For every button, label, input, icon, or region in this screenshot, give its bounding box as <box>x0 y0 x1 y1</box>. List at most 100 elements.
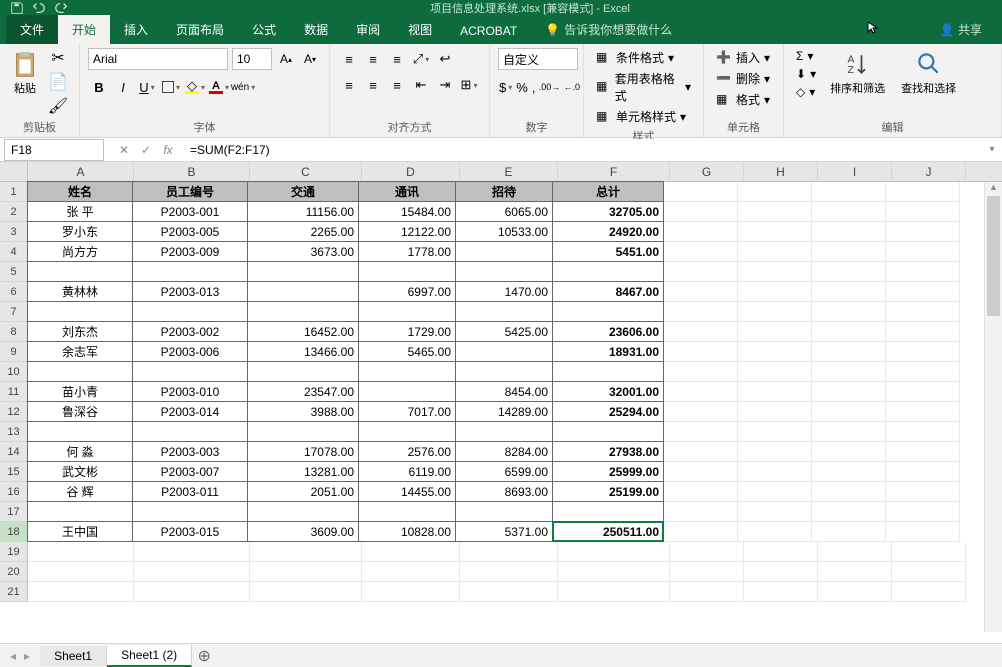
row-header[interactable]: 16 <box>0 482 28 502</box>
cell[interactable]: 17078.00 <box>247 441 359 462</box>
indent-decrease-button[interactable]: ⇤ <box>410 74 432 96</box>
cell[interactable]: 黄林林 <box>27 281 133 302</box>
cell[interactable] <box>664 222 738 242</box>
decrease-decimal-button[interactable]: ←.0 <box>562 76 581 98</box>
cell[interactable] <box>886 202 960 222</box>
cell[interactable] <box>358 301 456 322</box>
cell[interactable]: 24920.00 <box>552 221 664 242</box>
cell[interactable] <box>892 582 966 602</box>
cell[interactable]: 27938.00 <box>552 441 664 462</box>
cell[interactable] <box>664 422 738 442</box>
cell[interactable] <box>744 542 818 562</box>
cell[interactable] <box>812 342 886 362</box>
row-header[interactable]: 18 <box>0 522 28 542</box>
cell[interactable] <box>812 442 886 462</box>
qat-undo-icon[interactable] <box>32 1 46 15</box>
sort-filter-button[interactable]: AZ 排序和筛选 <box>824 48 891 98</box>
fbar-expand-button[interactable]: ▾ <box>982 144 1002 155</box>
cell[interactable] <box>886 442 960 462</box>
cell[interactable] <box>664 382 738 402</box>
cell[interactable] <box>664 482 738 502</box>
cell[interactable] <box>812 362 886 382</box>
cell[interactable] <box>664 262 738 282</box>
col-header-F[interactable]: F <box>558 162 670 181</box>
cell[interactable] <box>812 202 886 222</box>
cell[interactable]: 姓名 <box>27 181 133 202</box>
cell[interactable] <box>812 502 886 522</box>
cell[interactable]: P2003-006 <box>132 341 248 362</box>
cell[interactable] <box>886 362 960 382</box>
row-header[interactable]: 13 <box>0 422 28 442</box>
cell[interactable] <box>664 202 738 222</box>
cell[interactable]: 16452.00 <box>247 321 359 342</box>
formula-input[interactable] <box>184 139 982 161</box>
font-size-input[interactable] <box>232 48 272 70</box>
cell[interactable] <box>738 402 812 422</box>
tab-home[interactable]: 开始 <box>58 15 110 44</box>
cell[interactable]: 3673.00 <box>247 241 359 262</box>
fbar-cancel-button[interactable]: ✕ <box>114 140 134 160</box>
cell[interactable] <box>886 222 960 242</box>
decrease-font-button[interactable]: A▾ <box>300 49 320 69</box>
increase-decimal-button[interactable]: .00→ <box>538 76 560 98</box>
cell[interactable]: 18931.00 <box>552 341 664 362</box>
cell[interactable] <box>812 522 886 542</box>
cell[interactable] <box>818 562 892 582</box>
tab-view[interactable]: 视图 <box>394 15 446 44</box>
select-all-corner[interactable] <box>0 162 28 182</box>
cell[interactable] <box>460 562 558 582</box>
cell[interactable]: 员工编号 <box>132 181 248 202</box>
border-button[interactable] <box>160 76 182 98</box>
cell[interactable] <box>134 542 250 562</box>
cell[interactable] <box>132 301 248 322</box>
row-header[interactable]: 17 <box>0 502 28 522</box>
cell[interactable] <box>552 261 664 282</box>
font-name-input[interactable] <box>88 48 228 70</box>
cell[interactable] <box>247 261 359 282</box>
cell[interactable]: 23606.00 <box>552 321 664 342</box>
row-header[interactable]: 4 <box>0 242 28 262</box>
col-header-D[interactable]: D <box>362 162 460 181</box>
row-header[interactable]: 21 <box>0 582 28 602</box>
scroll-thumb[interactable] <box>987 196 1000 316</box>
cell[interactable] <box>250 562 362 582</box>
cell[interactable]: 25999.00 <box>552 461 664 482</box>
cell[interactable]: 5371.00 <box>455 521 553 542</box>
cell[interactable] <box>738 242 812 262</box>
cell[interactable]: 3988.00 <box>247 401 359 422</box>
cell[interactable] <box>558 582 670 602</box>
cell[interactable]: 何 淼 <box>27 441 133 462</box>
cell[interactable] <box>738 462 812 482</box>
cell[interactable] <box>27 301 133 322</box>
orientation-button[interactable]: ⤢ <box>410 48 432 70</box>
cell[interactable]: 1778.00 <box>358 241 456 262</box>
row-header[interactable]: 1 <box>0 182 28 202</box>
cell[interactable] <box>27 261 133 282</box>
cell[interactable] <box>886 322 960 342</box>
cell[interactable]: P2003-014 <box>132 401 248 422</box>
tab-formulas[interactable]: 公式 <box>238 15 290 44</box>
cell[interactable]: 32001.00 <box>552 381 664 402</box>
row-header[interactable]: 20 <box>0 562 28 582</box>
row-header[interactable]: 15 <box>0 462 28 482</box>
cell[interactable] <box>738 342 812 362</box>
row-header[interactable]: 2 <box>0 202 28 222</box>
cell[interactable]: 鲁深谷 <box>27 401 133 422</box>
increase-font-button[interactable]: A▴ <box>276 49 296 69</box>
cell[interactable]: 10828.00 <box>358 521 456 542</box>
cell[interactable] <box>664 342 738 362</box>
cell[interactable] <box>812 242 886 262</box>
cell[interactable]: 14289.00 <box>455 401 553 422</box>
share-button[interactable]: 👤 共享 <box>920 15 1002 44</box>
cell[interactable] <box>134 582 250 602</box>
row-header[interactable]: 11 <box>0 382 28 402</box>
cell[interactable] <box>812 182 886 202</box>
cell[interactable]: 1470.00 <box>455 281 553 302</box>
cell[interactable] <box>455 261 553 282</box>
fill-button[interactable]: ⬇ ▾ <box>792 66 820 82</box>
align-left-button[interactable]: ≡ <box>338 74 360 96</box>
cell[interactable] <box>812 402 886 422</box>
cell[interactable] <box>886 282 960 302</box>
font-color-button[interactable]: A <box>208 76 230 98</box>
cell[interactable] <box>886 242 960 262</box>
